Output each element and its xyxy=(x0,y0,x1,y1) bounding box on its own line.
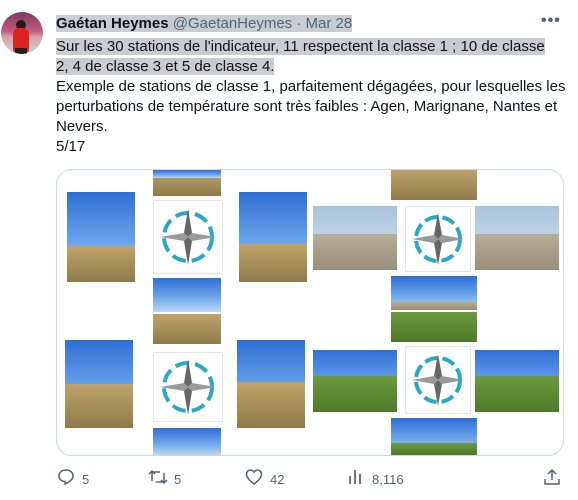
more-horizontal-icon[interactable]: ••• xyxy=(541,12,561,30)
reply-action[interactable]: 5 xyxy=(56,468,89,488)
retweet-count: 5 xyxy=(174,472,182,487)
photo-south-top-right xyxy=(391,276,477,310)
avatar[interactable] xyxy=(1,12,43,54)
reply-icon xyxy=(56,468,76,492)
separator-dot: · xyxy=(296,15,302,32)
photo-north-bottom-right xyxy=(391,312,477,342)
views-action[interactable]: 8,116 xyxy=(346,468,404,488)
photo-north-bottom-left xyxy=(153,314,221,344)
retweet-icon xyxy=(148,468,168,492)
views-chart-icon xyxy=(346,468,366,492)
share-action[interactable] xyxy=(542,468,562,488)
photo-east-bottom-left xyxy=(237,340,305,428)
tweet-header: Gaétan Heymes @GaetanHeymes · Mar 28 xyxy=(56,14,353,34)
compass-rose-icon xyxy=(153,352,223,422)
photo-north-top-left xyxy=(153,170,221,196)
photo-west-bottom-left xyxy=(65,340,133,428)
compass-rose-icon xyxy=(405,346,471,414)
pagination: 5/17 xyxy=(56,138,86,155)
photo-east-top-right xyxy=(475,206,559,270)
compass-rose-icon xyxy=(153,200,223,274)
reply-count: 5 xyxy=(82,472,90,487)
retweet-action[interactable]: 5 xyxy=(148,468,181,488)
author-handle[interactable]: @GaetanHeymes xyxy=(173,15,292,32)
tweet-date[interactable]: Mar 28 xyxy=(306,15,353,32)
tweet-text: Sur les 30 stations de l'indicateur, 11 … xyxy=(56,37,566,157)
photo-north-top-right xyxy=(391,170,477,200)
share-icon xyxy=(542,468,562,492)
views-count: 8,116 xyxy=(372,472,404,487)
compass-rose-icon xyxy=(405,206,471,272)
heart-icon xyxy=(244,468,264,492)
tweet-media[interactable] xyxy=(56,169,564,456)
photo-south-bottom-left xyxy=(153,428,221,455)
photo-south-top-left xyxy=(153,278,221,312)
author-name[interactable]: Gaétan Heymes xyxy=(56,15,169,32)
photo-west-top-left xyxy=(67,192,135,282)
text-line-1: Sur les 30 stations de l'indicateur, 11 … xyxy=(56,38,545,55)
like-action[interactable]: 42 xyxy=(244,468,284,488)
photo-west-bottom-right xyxy=(313,350,397,412)
text-line-2: 2, 4 de classe 3 et 5 de classe 4. xyxy=(56,58,275,75)
text-paragraph-2: Exemple de stations de classe 1, parfait… xyxy=(56,78,566,135)
like-count: 42 xyxy=(270,472,285,487)
photo-south-bottom-right xyxy=(391,418,477,455)
photo-east-top-left xyxy=(239,192,307,282)
avatar-legs xyxy=(15,48,27,54)
photo-west-top-right xyxy=(313,206,397,270)
photo-east-bottom-right xyxy=(475,350,559,412)
